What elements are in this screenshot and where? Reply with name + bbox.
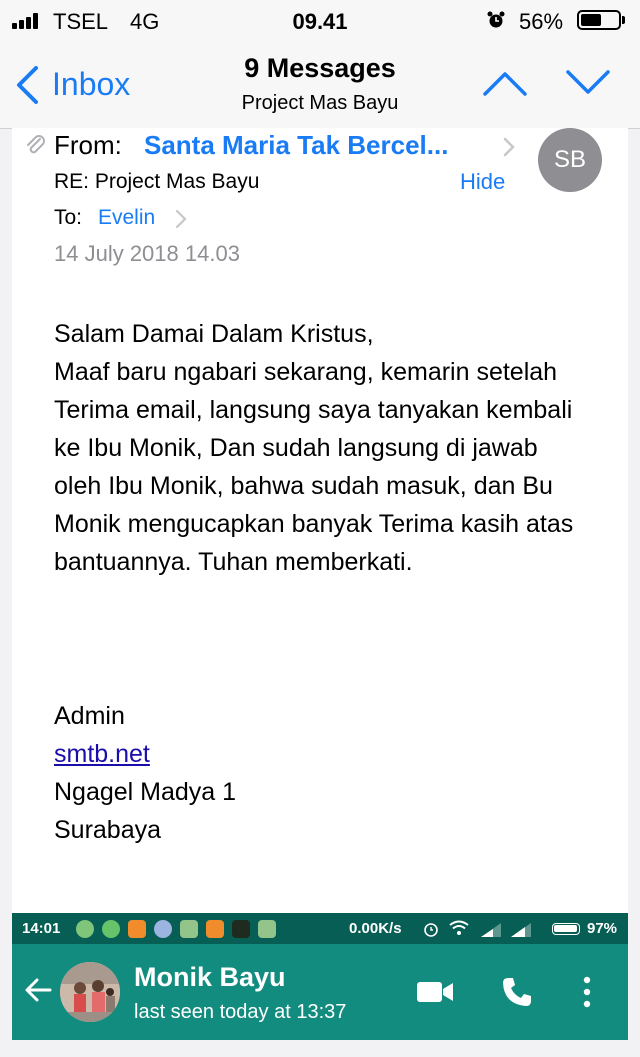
- message-subject: RE: Project Mas Bayu: [54, 170, 260, 193]
- android-time: 14:01: [22, 920, 61, 937]
- hide-details-button[interactable]: Hide: [460, 169, 505, 195]
- app-notification-icon: [128, 920, 146, 938]
- paperclip-icon: [27, 135, 45, 154]
- alarm-clock-icon: [424, 923, 438, 937]
- app-notification-icon: [154, 920, 172, 938]
- thread-subtitle: Project Mas Bayu: [241, 92, 399, 114]
- from-label: From:: [54, 130, 122, 160]
- wifi-icon: [449, 920, 469, 935]
- ios-status-bar: TSEL 4G 09.41 56%: [0, 0, 640, 40]
- whatsapp-chat-header: Monik Bayu last seen today at 13:37: [12, 944, 628, 1040]
- signature-name: Admin: [54, 702, 125, 730]
- more-options-icon[interactable]: [582, 976, 592, 1008]
- app-notification-icon: [76, 920, 94, 938]
- alarm-clock-icon: [487, 11, 505, 28]
- message-count-title: 9 Messages: [244, 53, 396, 83]
- arrow-left-icon[interactable]: [24, 978, 52, 1002]
- contact-photo: [60, 962, 120, 1022]
- contact-name[interactable]: Monik Bayu: [134, 962, 286, 993]
- last-seen-status: last seen today at 13:37: [134, 1001, 347, 1023]
- phone-call-icon[interactable]: [501, 976, 533, 1008]
- chevron-right-icon: [175, 209, 187, 229]
- android-status-bar: 14:01 0.00K/s 97%: [12, 913, 628, 944]
- battery-tip: [622, 16, 625, 24]
- next-message-arrow-icon[interactable]: [565, 68, 611, 98]
- to-label: To:: [54, 206, 83, 229]
- website-link[interactable]: smtb.net: [54, 740, 150, 768]
- signature-city: Surabaya: [54, 816, 162, 844]
- cropped-content-strip: [0, 1040, 640, 1057]
- app-notification-icon: [206, 920, 224, 938]
- android-battery-percentage: 97%: [587, 920, 618, 937]
- message-date: 14 July 2018 14.03: [54, 241, 240, 266]
- mail-nav-bar: Inbox 9 Messages Project Mas Bayu: [0, 40, 640, 129]
- signal-strength-icon: [511, 923, 531, 937]
- signature-address-line: Ngagel Madya 1: [54, 778, 237, 806]
- message-paragraph: Maaf baru ngabari sekarang, kemarin sete…: [54, 358, 574, 576]
- sender-name-link[interactable]: Santa Maria Tak Bercel...: [144, 130, 448, 161]
- battery-icon: [577, 10, 621, 30]
- contact-avatar[interactable]: [60, 962, 120, 1022]
- message-greeting: Salam Damai Dalam Kristus,: [54, 320, 374, 348]
- chevron-right-icon: [503, 137, 515, 157]
- email-signature: Admin smtb.net Ngagel Madya 1 Surabaya: [54, 697, 236, 849]
- battery-percentage: 56%: [519, 9, 564, 34]
- whatsapp-business-icon: [102, 920, 120, 938]
- network-speed: 0.00K/s: [349, 920, 402, 937]
- signal-strength-icon: [481, 923, 501, 937]
- previous-message-arrow-icon[interactable]: [482, 68, 528, 98]
- app-notification-icon: [258, 920, 276, 938]
- app-notification-icon: [180, 920, 198, 938]
- app-notification-icon: [232, 920, 250, 938]
- message-body: Salam Damai Dalam Kristus, Maaf baru nga…: [54, 315, 574, 581]
- sender-avatar[interactable]: SB: [538, 128, 602, 192]
- battery-icon: [552, 923, 580, 935]
- recipient-name-link[interactable]: Evelin: [98, 206, 155, 230]
- video-call-icon[interactable]: [416, 980, 454, 1004]
